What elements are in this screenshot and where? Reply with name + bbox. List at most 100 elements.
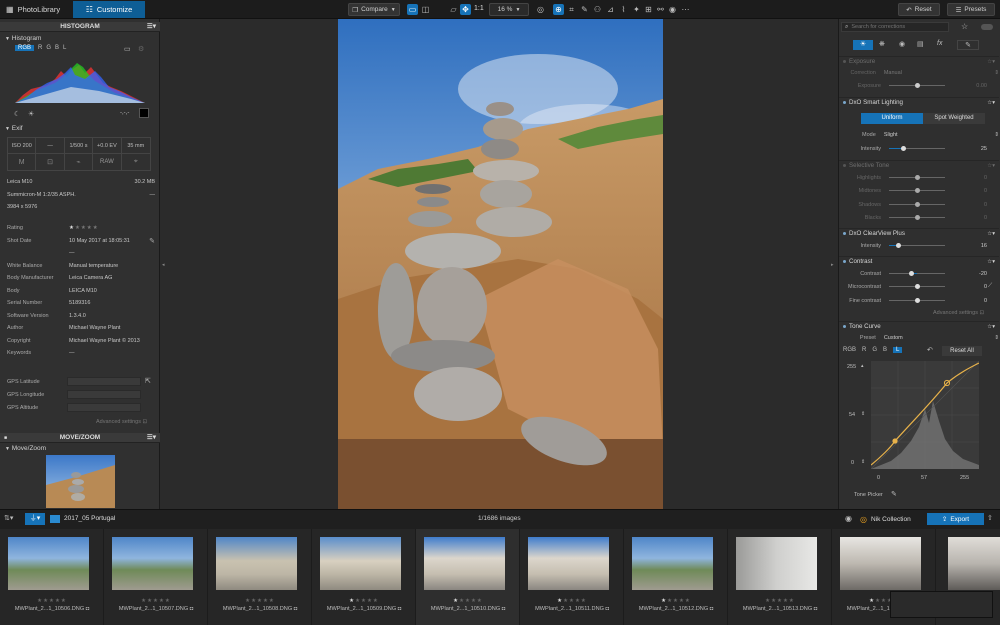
gps-latitude-field[interactable] bbox=[67, 377, 141, 386]
mode-select[interactable]: Slight bbox=[884, 132, 937, 138]
curve-channel-b[interactable]: B bbox=[883, 347, 887, 353]
nik-collection-button[interactable]: ◎ Nik Collection bbox=[860, 513, 922, 525]
tab-customize[interactable]: ☷ Customize bbox=[73, 1, 145, 18]
local-adjust-icon[interactable]: ⊞ bbox=[643, 4, 654, 15]
exposure-header[interactable]: Exposure ☆▾ bbox=[839, 56, 999, 66]
highlights-value[interactable]: 0 bbox=[965, 175, 987, 181]
exposure-value[interactable]: 0.00 bbox=[965, 83, 987, 89]
channel-rgb[interactable]: RGB bbox=[15, 45, 35, 51]
eyedropper-icon[interactable]: ✎ bbox=[579, 4, 590, 15]
star-menu-icon[interactable]: ☆▾ bbox=[987, 231, 995, 237]
panel-menu-icon[interactable]: ☰▾ bbox=[147, 433, 156, 443]
move-zoom-header[interactable]: ■ MOVE/ZOOM ☰▾ bbox=[0, 433, 160, 443]
light-palette-icon[interactable]: ☀ bbox=[853, 40, 873, 50]
advanced-settings-link[interactable]: Advanced settings ⊡ bbox=[933, 310, 984, 316]
history-icon[interactable]: ◉ bbox=[845, 514, 852, 523]
spinner-up-icon[interactable]: ▴ bbox=[861, 363, 864, 369]
highlight-clipping-icon[interactable]: ☀ bbox=[28, 110, 34, 118]
fine-contrast-slider[interactable] bbox=[889, 297, 945, 303]
blacks-slider[interactable] bbox=[889, 214, 945, 220]
rating-stars[interactable]: ★★★★★ bbox=[104, 598, 208, 604]
gps-longitude-field[interactable] bbox=[67, 390, 141, 399]
export-button[interactable]: ⇪ Export bbox=[927, 513, 984, 525]
midtones-value[interactable]: 0 bbox=[965, 188, 987, 194]
thumbnail[interactable]: ★★★★★ MWPlant_2...1_10508.DNG ◘ bbox=[208, 529, 312, 625]
compare-button[interactable]: ❐ Compare ▼ bbox=[348, 3, 400, 16]
shadows-slider[interactable] bbox=[889, 201, 945, 207]
thumbnail[interactable]: ★★★★★ MWPlant_2...1_10513.DNG ◘ bbox=[728, 529, 832, 625]
shadows-value[interactable]: 0 bbox=[965, 202, 987, 208]
channel-b[interactable]: B bbox=[55, 45, 59, 51]
split-view-icon[interactable]: ◫ bbox=[420, 4, 431, 15]
correction-value[interactable]: Manual bbox=[884, 70, 937, 76]
rating-stars[interactable]: ★★★★★ bbox=[520, 598, 624, 604]
rating-stars[interactable]: ★★★★★ bbox=[416, 598, 520, 604]
perspective-icon[interactable]: ⊿ bbox=[605, 4, 616, 15]
red-eye-icon[interactable]: ⚇ bbox=[592, 4, 603, 15]
panel-menu-icon[interactable]: ☰▾ bbox=[147, 22, 156, 32]
rating-stars[interactable]: ★★★★★ bbox=[0, 598, 104, 604]
crop-icon[interactable]: ⌗ bbox=[566, 4, 577, 15]
geometry-palette-icon[interactable]: ▤ bbox=[917, 40, 924, 48]
auto-correct-icon[interactable]: ◎ bbox=[535, 4, 546, 15]
search-input[interactable] bbox=[851, 24, 942, 30]
eye-icon[interactable]: ◉ bbox=[667, 4, 678, 15]
eyedropper-icon[interactable]: ✎ bbox=[891, 490, 897, 498]
navigator-thumbnail[interactable] bbox=[46, 455, 115, 508]
spinner-icon[interactable]: ⇕ bbox=[861, 459, 865, 465]
more-icon[interactable]: ⋯ bbox=[680, 4, 691, 15]
curve-channel-rgb[interactable]: RGB bbox=[843, 347, 856, 353]
curve-input-mid[interactable]: 57 bbox=[921, 475, 927, 481]
rating-stars[interactable]: ★★★★★ bbox=[728, 598, 832, 604]
reset-all-button[interactable]: Reset All bbox=[942, 346, 982, 356]
move-zoom-subheader[interactable]: ▼ Move/Zoom bbox=[5, 445, 46, 452]
contrast-header[interactable]: Contrast ☆▾ bbox=[839, 256, 999, 266]
shadow-clipping-icon[interactable]: ☾ bbox=[14, 110, 20, 118]
filter-icon[interactable]: ⏚▾ bbox=[25, 513, 45, 525]
fine-contrast-value[interactable]: 0 bbox=[965, 298, 987, 304]
crop-view-icon[interactable]: ▱ bbox=[448, 4, 459, 15]
channel-g[interactable]: G bbox=[46, 45, 51, 51]
curve-input-high[interactable]: 255 bbox=[960, 475, 969, 481]
microcontrast-value[interactable]: 0 bbox=[965, 284, 987, 290]
star-menu-icon[interactable]: ☆▾ bbox=[987, 163, 995, 169]
curve-channel-g[interactable]: G bbox=[872, 347, 877, 353]
midtones-slider[interactable] bbox=[889, 187, 945, 193]
link-icon[interactable]: ⚯ bbox=[655, 4, 666, 15]
contrast-slider[interactable] bbox=[889, 270, 945, 276]
uniform-button[interactable]: Uniform bbox=[861, 113, 923, 124]
map-pin-icon[interactable]: ⇱ bbox=[145, 377, 151, 385]
edit-pencil-icon[interactable]: ✎ bbox=[149, 237, 155, 245]
microcontrast-slider[interactable] bbox=[889, 283, 945, 289]
rating-stars[interactable]: ★★★★★ bbox=[208, 598, 312, 604]
thumbnail[interactable]: ★★★★★ MWPlant_2...1_10506.DNG ◘ bbox=[0, 529, 104, 625]
sort-icon[interactable]: ⇅▾ bbox=[4, 514, 13, 522]
tone-curve-graph[interactable] bbox=[871, 361, 979, 469]
single-view-icon[interactable]: ▭ bbox=[407, 4, 418, 15]
effects-palette-icon[interactable]: fx bbox=[937, 40, 942, 47]
channel-r[interactable]: R bbox=[38, 45, 42, 51]
histogram-subheader[interactable]: ▼ Histogram bbox=[5, 35, 41, 42]
sl-intensity-slider[interactable] bbox=[889, 145, 945, 151]
rating-stars[interactable]: ★★★★★ bbox=[312, 598, 416, 604]
channel-l[interactable]: L bbox=[63, 45, 66, 51]
curve-input-low[interactable]: 0 bbox=[877, 475, 880, 481]
straighten-icon[interactable]: ⊕ bbox=[553, 4, 564, 15]
histogram-header[interactable]: HISTOGRAM ☰▾ bbox=[0, 22, 160, 32]
move-hand-icon[interactable]: ✥ bbox=[460, 4, 471, 15]
tab-photolibrary[interactable]: ▦ PhotoLibrary bbox=[0, 1, 70, 18]
share-icon[interactable]: ⇧ bbox=[987, 514, 993, 522]
star-menu-icon[interactable]: ☆▾ bbox=[987, 324, 995, 330]
cv-intensity-value[interactable]: 16 bbox=[965, 243, 987, 249]
gps-altitude-field[interactable] bbox=[67, 403, 141, 412]
spinner-icon[interactable]: ⇕ bbox=[861, 411, 865, 417]
presets-button[interactable]: ☰ Presets bbox=[947, 3, 995, 16]
zoom-one-to-one[interactable]: 1:1 bbox=[474, 5, 484, 12]
star-favorite-icon[interactable]: ☆ bbox=[961, 22, 968, 31]
smart-lighting-header[interactable]: DxO Smart Lighting ☆▾ bbox=[839, 97, 999, 107]
exif-subheader[interactable]: ▼ Exif bbox=[5, 125, 23, 132]
exposure-slider[interactable] bbox=[889, 82, 945, 88]
selective-tone-header[interactable]: Selective Tone ☆▾ bbox=[839, 160, 999, 170]
advanced-settings-link[interactable]: Advanced settings ⊡ bbox=[96, 419, 147, 425]
thumbnail[interactable]: ★★★★★ MWPlant_2...1_10511.DNG ◘ bbox=[520, 529, 624, 625]
